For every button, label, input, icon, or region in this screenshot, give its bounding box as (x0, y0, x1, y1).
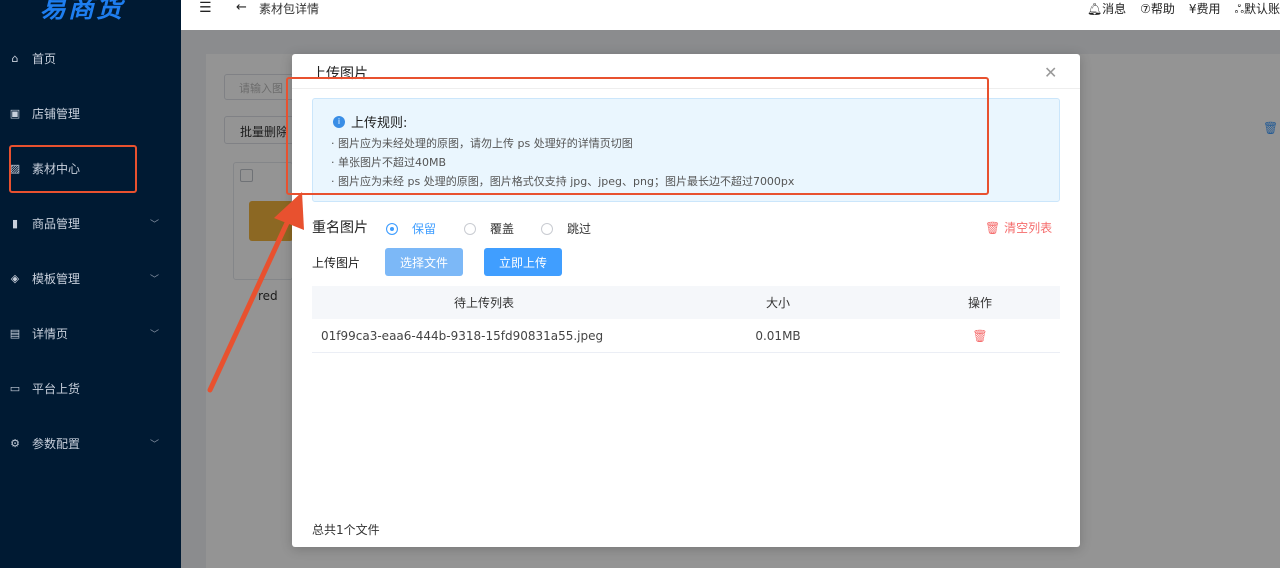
sidebar-item-label: 详情页 (32, 326, 69, 341)
radio-dot (464, 222, 476, 235)
duplicate-images-label: 重名图片 (312, 220, 368, 236)
topbar-actions: 🔔︎消息 ⑦帮助 ¥费用 ஃ默认账 (1087, 0, 1280, 18)
document-icon: ▤ (9, 326, 21, 340)
chevron-down-icon: ﹀ (150, 439, 160, 450)
messages-link[interactable]: 🔔︎消息 (1087, 0, 1126, 18)
table-header: 待上传列表 大小 操作 (312, 286, 1060, 319)
sidebar-item-products[interactable]: ▮ 商品管理 ﹀ (0, 203, 181, 243)
radio-skip[interactable]: 跳过 (541, 220, 591, 237)
account-menu[interactable]: ஃ默认账 (1235, 0, 1280, 18)
sidebar-item-platform-listing[interactable]: ▭ 平台上货 (0, 368, 181, 408)
help-icon: ⑦ (1140, 2, 1151, 16)
sidebar-item-label: 首页 (32, 51, 57, 66)
chart-icon: ▮ (11, 216, 19, 230)
sidebar-item-shop[interactable]: ▣ 店铺管理 (0, 93, 181, 133)
topbar: ☰ ← 素材包详情 🔔︎消息 ⑦帮助 ¥费用 ஃ默认账 (181, 0, 1280, 30)
help-link[interactable]: ⑦帮助 (1140, 0, 1175, 18)
annotation-highlight-sidebar (9, 145, 137, 193)
radio-overwrite[interactable]: 覆盖 (464, 220, 514, 237)
bell-icon: 🔔︎ (1086, 2, 1103, 16)
column-header: 操作 (967, 296, 992, 310)
breadcrumb: 素材包详情 (259, 2, 320, 16)
radio-keep[interactable]: 保留 (386, 220, 436, 237)
annotation-arrow (207, 192, 304, 393)
choose-file-button[interactable]: 选择文件 (385, 248, 463, 276)
shop-icon: ▣ (9, 106, 21, 120)
sidebar-item-templates[interactable]: ◈ 模板管理 ﹀ (0, 258, 181, 298)
chevron-down-icon: ﹀ (150, 219, 160, 230)
upload-table: 待上传列表 大小 操作 01f99ca3-eaa6-444b-9318-15fd… (312, 286, 1060, 353)
table-row: 01f99ca3-eaa6-444b-9318-15fd90831a55.jpe… (312, 319, 1060, 353)
radio-dot (386, 222, 398, 235)
upload-now-button[interactable]: 立即上传 (484, 248, 562, 276)
back-arrow-icon[interactable]: ← (236, 0, 247, 15)
fees-link[interactable]: ¥费用 (1189, 0, 1221, 18)
sidebar-item-label: 平台上货 (32, 381, 81, 396)
sidebar-item-settings[interactable]: ⚙ 参数配置 ﹀ (0, 423, 181, 463)
total-files: 总共1个文件 (312, 523, 380, 537)
upload-images-label: 上传图片 (312, 256, 361, 270)
clear-list-button[interactable]: 🗑︎ 清空列表 (985, 219, 1052, 236)
yen-icon: ¥ (1188, 2, 1197, 16)
sidebar-item-label: 店铺管理 (32, 106, 81, 121)
trash-icon: 🗑︎ (985, 220, 1001, 235)
chevron-down-icon: ﹀ (150, 329, 160, 340)
delete-row-icon[interactable]: 🗑︎ (900, 329, 1060, 343)
user-icon: ஃ (1234, 2, 1244, 16)
radio-dot (541, 222, 553, 235)
sidebar-item-label: 模板管理 (32, 271, 81, 286)
settings-icon: ⚙ (10, 436, 20, 450)
menu-toggle-icon[interactable]: ☰ (199, 0, 212, 16)
chevron-down-icon: ﹀ (150, 274, 160, 285)
home-icon: ⌂ (11, 51, 19, 65)
store-icon: ▭ (9, 381, 21, 395)
annotation-highlight-rules (286, 77, 989, 195)
sidebar-item-detail-pages[interactable]: ▤ 详情页 ﹀ (0, 313, 181, 353)
close-icon[interactable]: ✕ (1044, 63, 1057, 82)
app-logo: 易商货 (40, 0, 125, 24)
file-name: 01f99ca3-eaa6-444b-9318-15fd90831a55.jpe… (321, 328, 604, 343)
layers-icon: ◈ (10, 271, 20, 285)
sidebar-item-home[interactable]: ⌂ 首页 (0, 38, 181, 78)
sidebar-item-label: 参数配置 (32, 436, 81, 451)
file-size: 0.01MB (755, 328, 801, 343)
column-header: 待上传列表 (453, 296, 514, 310)
column-header: 大小 (765, 296, 790, 310)
sidebar-item-label: 商品管理 (32, 216, 81, 231)
sidebar: 易商货 ⌂ 首页 ▣ 店铺管理 ▨ 素材中心 ▮ 商品管理 ﹀ ◈ 模板管理 ﹀… (0, 0, 181, 568)
